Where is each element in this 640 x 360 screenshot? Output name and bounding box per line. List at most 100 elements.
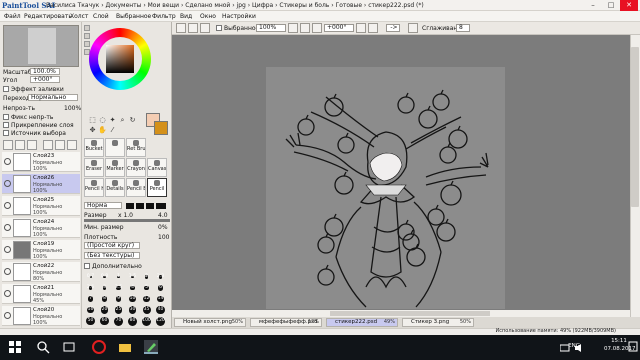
size-preset[interactable]: 2.6	[84, 283, 97, 293]
size-preset[interactable]: 6	[154, 283, 167, 293]
menu-filter[interactable]: Фильтр	[152, 13, 176, 20]
layer-row[interactable]: Слой26 Нормально 100%	[2, 174, 80, 194]
hsv-slider-icon[interactable]	[84, 41, 90, 47]
visibility-eye-icon[interactable]	[4, 180, 11, 187]
size-preset[interactable]: 30	[126, 305, 139, 315]
size-multiplier[interactable]: x 1.0	[118, 212, 133, 219]
brush-edge-options[interactable]	[126, 203, 166, 209]
size-preset[interactable]: 20	[98, 305, 111, 315]
view-fit-button[interactable]	[200, 23, 210, 33]
language-indicator[interactable]: ENG	[568, 343, 580, 349]
size-preset[interactable]: 12	[140, 294, 153, 304]
size-slider[interactable]	[84, 219, 170, 222]
menu-file[interactable]: Файл	[4, 13, 21, 20]
select-rect-icon[interactable]: ⬚	[88, 116, 97, 125]
new-layer-button[interactable]	[3, 140, 13, 150]
size-preset[interactable]: 5	[140, 283, 153, 293]
brush-slot[interactable]: Pencil	[147, 178, 167, 197]
size-preset[interactable]: 9	[112, 294, 125, 304]
size-preset[interactable]: 8	[98, 294, 111, 304]
document-tab[interactable]: стикер222.psd 49%	[326, 318, 398, 327]
size-preset[interactable]: 0.7	[84, 272, 97, 282]
new-folder-button[interactable]	[27, 140, 37, 150]
windows-start-icon[interactable]	[8, 340, 22, 354]
size-preset[interactable]: 3.5	[112, 283, 125, 293]
layer-row[interactable]: Слой20 Нормально 100%	[2, 306, 80, 326]
size-preset[interactable]: 40	[154, 305, 167, 315]
fill-effect-checkbox[interactable]	[3, 86, 9, 92]
visibility-eye-icon[interactable]	[4, 290, 11, 297]
taskbar-clock[interactable]: 15:11 07.08.2017	[604, 337, 636, 353]
size-preset[interactable]: 80	[126, 316, 139, 326]
brush-slot[interactable]: Marker	[105, 158, 125, 177]
minimize-button[interactable]: –	[584, 0, 602, 11]
size-preset[interactable]: 70	[112, 316, 125, 326]
file-explorer-icon[interactable]	[118, 340, 132, 354]
clear-layer-button[interactable]	[55, 140, 65, 150]
saturation-value-square[interactable]	[106, 45, 134, 73]
merge-down-button[interactable]	[43, 140, 53, 150]
size-preset[interactable]: 2	[140, 272, 153, 282]
secondary-color-swatch[interactable]	[154, 121, 168, 135]
selection-source-checkbox[interactable]	[3, 130, 9, 136]
zoom-out-button[interactable]	[300, 23, 310, 33]
brush-texture-select[interactable]: (Без текстуры)	[84, 252, 140, 259]
opera-icon[interactable]	[92, 340, 106, 354]
size-preset[interactable]: 14	[154, 294, 167, 304]
brush-slot[interactable]: Pencil B	[126, 178, 146, 197]
angle-field[interactable]: +000°	[324, 24, 354, 32]
advanced-checkbox[interactable]	[84, 263, 90, 269]
lasso-icon[interactable]: ◌	[98, 116, 107, 125]
menu-canvas[interactable]: Холст	[70, 13, 88, 20]
close-button[interactable]: ✕	[620, 0, 638, 11]
size-preset[interactable]: 100	[140, 316, 153, 326]
brush-slot[interactable]: Bucket	[84, 138, 104, 157]
maximize-button[interactable]: □	[602, 0, 620, 11]
layer-row[interactable]: Слой19 Нормально 100%	[2, 240, 80, 260]
document-tab[interactable]: Новый холст.png 50%	[174, 318, 246, 327]
visibility-eye-icon[interactable]	[4, 268, 11, 275]
vertical-scroll-thumb[interactable]	[631, 47, 639, 207]
min-size-value[interactable]: 0%	[158, 224, 168, 231]
zoom-icon[interactable]: ⌕	[118, 116, 127, 125]
rotate-icon[interactable]: ↻	[128, 116, 137, 125]
selection-checkbox[interactable]	[216, 25, 222, 31]
stabilizer-button[interactable]	[408, 23, 418, 33]
layer-row[interactable]: Слой24 Нормально 100%	[2, 218, 80, 238]
size-preset[interactable]: 16	[84, 305, 97, 315]
zoom-field[interactable]: 100%	[256, 24, 286, 32]
menu-view[interactable]: Вид	[180, 13, 192, 20]
search-icon[interactable]	[36, 340, 50, 354]
nav-angle-field[interactable]: +000°	[30, 76, 60, 83]
brush-slot[interactable]: Pencil HB	[84, 178, 104, 197]
menu-settings[interactable]: Настройки	[222, 13, 256, 20]
size-preset[interactable]: 1	[112, 272, 125, 282]
magic-wand-icon[interactable]: ✦	[108, 116, 117, 125]
rgb-slider-icon[interactable]	[84, 33, 90, 39]
rotate-left-button[interactable]	[356, 23, 366, 33]
menu-window[interactable]: Окно	[200, 13, 216, 20]
view-grid-button[interactable]	[176, 23, 186, 33]
zoom-reset-button[interactable]	[312, 23, 322, 33]
brush-shape-select[interactable]: (Простой круг)	[84, 242, 140, 249]
visibility-eye-icon[interactable]	[4, 202, 11, 209]
size-preset[interactable]: 7	[84, 294, 97, 304]
menu-edit[interactable]: Редактировать	[24, 13, 72, 20]
canvas-document[interactable]	[266, 67, 505, 309]
smoothing-field[interactable]: 8	[456, 24, 470, 32]
eyedropper-icon[interactable]: ⁄	[108, 126, 117, 135]
brush-slot[interactable]: Details	[105, 178, 125, 197]
opacity-value[interactable]: 100%	[64, 105, 81, 112]
flip-button[interactable]: ->	[386, 24, 400, 32]
lock-opacity-checkbox[interactable]	[3, 114, 9, 120]
density-value[interactable]: 100	[158, 234, 169, 241]
move-icon[interactable]: ✥	[88, 126, 97, 135]
layer-row[interactable]: Слой21 Нормально 45%	[2, 284, 80, 304]
size-preset[interactable]: 3	[98, 283, 111, 293]
size-preset[interactable]: 10	[126, 294, 139, 304]
size-preset[interactable]: 60	[98, 316, 111, 326]
visibility-eye-icon[interactable]	[4, 312, 11, 319]
view-mode-button[interactable]	[188, 23, 198, 33]
size-preset[interactable]: 4	[126, 283, 139, 293]
delete-layer-button[interactable]	[67, 140, 77, 150]
